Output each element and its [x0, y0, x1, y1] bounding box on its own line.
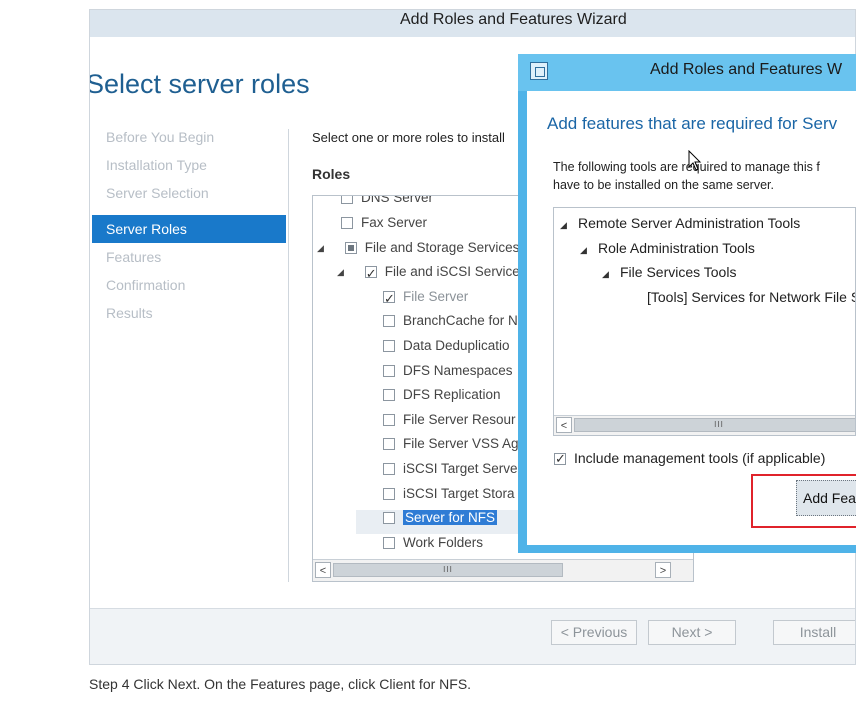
- role-dns-server[interactable]: DNS Server: [341, 196, 433, 210]
- checkbox[interactable]: [383, 315, 395, 328]
- checkbox[interactable]: [383, 488, 395, 501]
- role-branchcache[interactable]: BranchCache for N: [383, 309, 518, 333]
- role-work-folders[interactable]: Work Folders: [383, 531, 483, 555]
- checkbox: [383, 287, 395, 311]
- checkbox[interactable]: [383, 463, 395, 476]
- checkbox[interactable]: [383, 389, 395, 402]
- include-tools-checkbox[interactable]: [554, 449, 566, 469]
- checkbox[interactable]: [383, 512, 395, 525]
- collapse-triangle-icon[interactable]: ◢: [560, 214, 578, 236]
- checkbox[interactable]: [344, 242, 357, 255]
- annotation-highlight-box: [751, 474, 856, 528]
- expand-triangle-icon[interactable]: ◢: [337, 260, 351, 284]
- dialog-description-line: The following tools are required to mana…: [553, 160, 820, 174]
- checkbox[interactable]: [341, 217, 353, 230]
- server-manager-icon: [530, 62, 548, 80]
- wizard-title: Add Roles and Features Wizard: [400, 11, 627, 28]
- features-horizontal-scrollbar[interactable]: < III: [554, 415, 855, 435]
- feature-remote-server-admin-tools[interactable]: ◢ Remote Server Administration Tools: [560, 212, 800, 236]
- roles-horizontal-scrollbar[interactable]: < III >: [313, 559, 693, 581]
- checkbox[interactable]: [383, 537, 395, 550]
- checkbox[interactable]: [383, 414, 395, 427]
- required-features-tree[interactable]: ◢ Remote Server Administration Tools ◢ Rol…: [553, 207, 856, 436]
- nav-item-features[interactable]: Features: [92, 243, 286, 271]
- checkbox[interactable]: [341, 196, 353, 205]
- nav-item-results[interactable]: Results: [92, 299, 286, 327]
- collapse-triangle-icon[interactable]: ◢: [602, 263, 620, 285]
- scrollbar-thumb[interactable]: III: [333, 563, 563, 577]
- role-file-server-vss[interactable]: File Server VSS Ag: [383, 432, 519, 456]
- feature-role-admin-tools[interactable]: ◢ Role Administration Tools: [580, 237, 755, 261]
- step-caption: Step 4 Click Next. On the Features page,…: [89, 676, 472, 692]
- role-iscsi-target-storage[interactable]: iSCSI Target Stora: [383, 482, 515, 506]
- nav-item-server-selection[interactable]: Server Selection: [92, 179, 286, 207]
- nav-item-before-you-begin[interactable]: Before You Begin: [92, 123, 286, 151]
- role-server-for-nfs[interactable]: Server for NFS: [383, 506, 498, 530]
- checkbox[interactable]: [383, 340, 395, 353]
- checkbox[interactable]: [383, 438, 395, 451]
- dialog-titlebar[interactable]: Add Roles and Features W: [518, 54, 856, 91]
- role-file-and-iscsi-services[interactable]: ◢ File and iSCSI Services: [337, 260, 527, 286]
- checkbox[interactable]: [383, 365, 395, 378]
- wizard-nav: Before You Begin Installation Type Serve…: [92, 123, 287, 583]
- role-file-and-storage-services[interactable]: ◢ File and Storage Services: [317, 236, 519, 260]
- role-iscsi-target-server[interactable]: iSCSI Target Serve: [383, 457, 518, 481]
- feature-file-services-tools[interactable]: ◢ File Services Tools: [602, 261, 736, 285]
- previous-button[interactable]: < Previous: [551, 620, 637, 645]
- wizard-footer: [90, 608, 855, 664]
- scroll-left-button[interactable]: <: [315, 562, 331, 578]
- collapse-triangle-icon[interactable]: ◢: [580, 239, 598, 261]
- dialog-title: Add Roles and Features W: [650, 61, 843, 78]
- expand-triangle-icon[interactable]: ◢: [317, 236, 331, 260]
- scroll-right-button[interactable]: >: [655, 562, 671, 578]
- feature-nfs-tools[interactable]: [Tools] Services for Network File S: [647, 286, 855, 308]
- wizard-titlebar[interactable]: Add Roles and Features Wizard: [90, 10, 855, 37]
- checkbox[interactable]: [364, 262, 377, 286]
- mouse-cursor-icon: [688, 150, 702, 171]
- role-fax-server[interactable]: Fax Server: [341, 211, 427, 235]
- roles-instruction: Select one or more roles to install: [312, 130, 505, 145]
- nav-divider: [288, 129, 289, 582]
- dialog-heading: Add features that are required for Serv: [547, 114, 838, 133]
- dialog-description: The following tools are required to mana…: [553, 158, 820, 194]
- next-button[interactable]: Next >: [648, 620, 736, 645]
- page-title: Select server roles: [89, 69, 310, 99]
- nav-item-confirmation[interactable]: Confirmation: [92, 271, 286, 299]
- dialog-description-line: have to be installed on the same server.: [553, 178, 774, 192]
- install-button[interactable]: Install: [773, 620, 855, 645]
- role-data-deduplication[interactable]: Data Deduplicatio: [383, 334, 510, 358]
- roles-label: Roles: [312, 166, 351, 182]
- role-file-server[interactable]: File Server: [383, 285, 468, 311]
- scroll-left-button[interactable]: <: [556, 417, 572, 433]
- role-dfs-replication[interactable]: DFS Replication: [383, 383, 501, 407]
- role-dfs-namespaces[interactable]: DFS Namespaces: [383, 359, 513, 383]
- scrollbar-thumb[interactable]: III: [574, 418, 855, 432]
- nav-item-server-roles[interactable]: Server Roles: [92, 215, 286, 243]
- include-management-tools[interactable]: Include management tools (if applicable): [554, 448, 825, 469]
- role-file-server-resource[interactable]: File Server Resour: [383, 408, 516, 432]
- nav-item-installation-type[interactable]: Installation Type: [92, 151, 286, 179]
